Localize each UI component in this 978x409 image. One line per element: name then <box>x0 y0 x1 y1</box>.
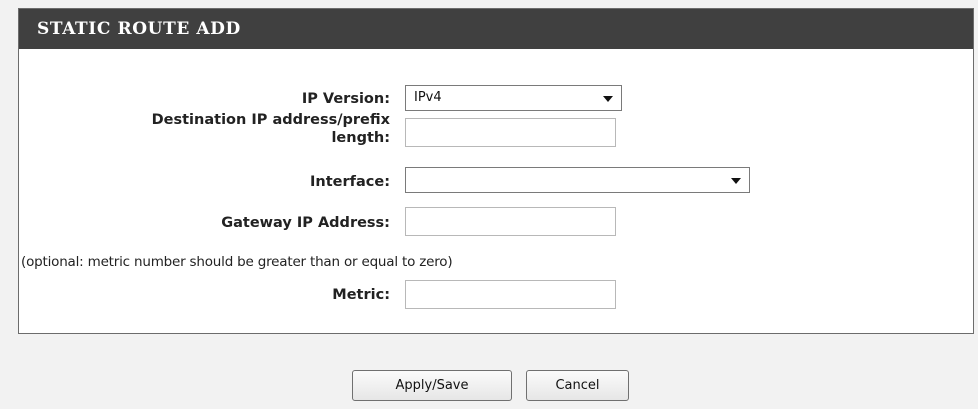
metric-note: (optional: metric number should be great… <box>21 254 453 270</box>
ip-version-label: IP Version: <box>301 91 390 107</box>
destination-label: Destination IP address/prefix length: <box>152 111 390 147</box>
metric-label: Metric: <box>332 287 390 303</box>
interface-select[interactable] <box>405 167 750 193</box>
gateway-label: Gateway IP Address: <box>221 215 390 231</box>
cancel-button[interactable]: Cancel <box>526 370 629 401</box>
destination-ip-input[interactable] <box>405 118 616 147</box>
chevron-down-icon <box>603 96 613 102</box>
interface-label: Interface: <box>310 174 390 190</box>
apply-save-button[interactable]: Apply/Save <box>352 370 512 401</box>
chevron-down-icon <box>731 178 741 184</box>
metric-input[interactable] <box>405 280 616 309</box>
destination-label-line1: Destination IP address/prefix <box>151 112 390 128</box>
ip-version-select[interactable]: IPv4 <box>405 85 622 111</box>
destination-label-line2: length: <box>331 130 390 146</box>
panel-title: STATIC ROUTE ADD <box>19 9 973 49</box>
gateway-ip-input[interactable] <box>405 207 616 236</box>
ip-version-value: IPv4 <box>414 90 442 105</box>
static-route-panel: STATIC ROUTE ADD IP Version: IPv4 Destin… <box>18 8 974 334</box>
